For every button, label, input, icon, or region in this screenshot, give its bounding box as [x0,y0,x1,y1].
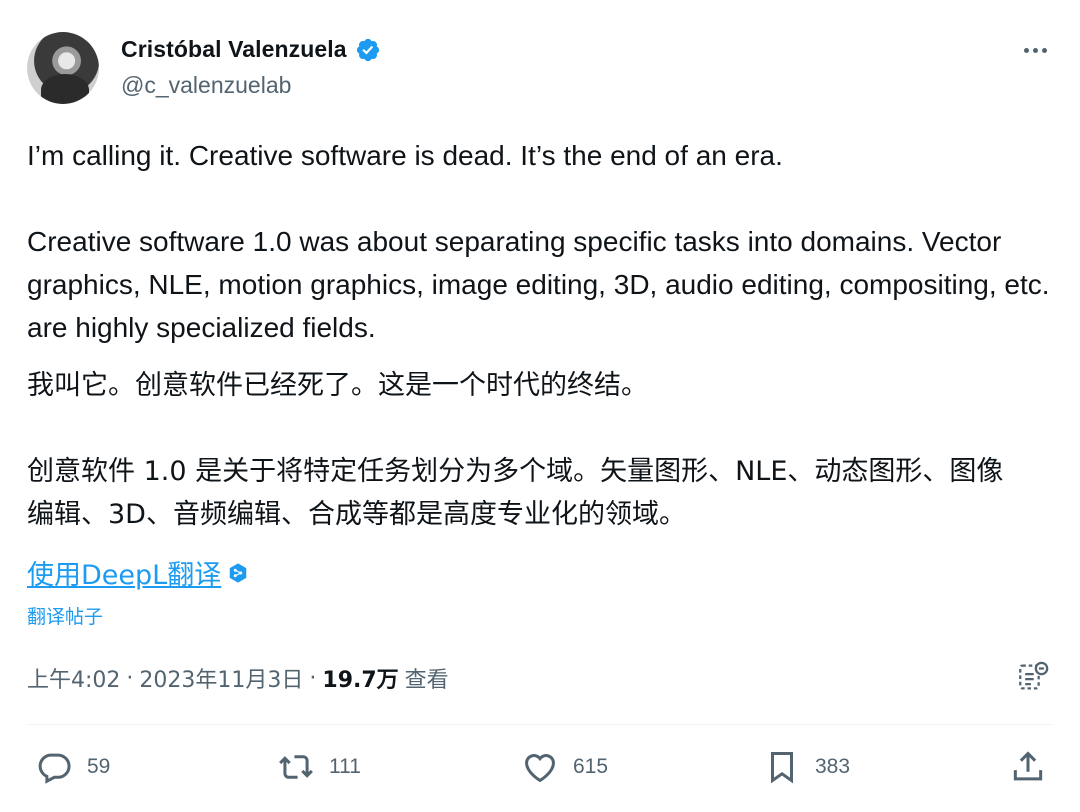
repost-count: 111 [329,755,361,778]
divider [27,724,1053,725]
heart-icon [525,754,555,783]
repost-icon [279,755,313,779]
avatar[interactable] [27,32,99,104]
reply-button[interactable]: 59 [35,748,110,786]
author-display-name[interactable]: Cristóbal Valenzuela [121,36,347,63]
meta-separator: · [126,665,134,691]
tweet-time[interactable]: 上午4:02 [27,662,120,694]
like-button[interactable]: 615 [521,748,608,786]
deepl-translate-link[interactable]: 使用DeepL翻译 [27,553,221,592]
share-icon [1013,751,1043,781]
deepl-translate-row: 使用DeepL翻译 [27,553,249,592]
author-name-line: Cristóbal Valenzuela [121,36,381,63]
like-count: 615 [573,755,609,778]
bookmark-button[interactable]: 383 [763,748,850,786]
tweet-meta: 上午4:02 · 2023年11月3日 · 19.7万 查看 [27,662,449,694]
reply-count: 59 [87,755,111,778]
more-icon[interactable] [1017,36,1053,64]
views-count: 19.7万 [322,668,399,693]
reply-icon [38,753,71,784]
analytics-icon[interactable] [1016,660,1050,694]
tweet-translation-text: 我叫它。创意软件已经死了。这是一个时代的终结。 创意软件 1.0 是关于将特定任… [27,364,1027,536]
translation-line-1: 我叫它。创意软件已经死了。这是一个时代的终结。 [27,370,648,401]
tweet-paragraph-2: Creative software 1.0 was about separati… [27,226,1050,343]
translate-post-link[interactable]: 翻译帖子 [27,602,103,629]
tweet-line-1: I’m calling it. Creative software is dea… [27,140,783,171]
repost-button[interactable]: 111 [277,748,361,786]
tweet-header: Cristóbal Valenzuela @c_valenzuelab [27,32,1053,108]
bookmark-count: 383 [815,755,851,778]
tweet-text: I’m calling it. Creative software is dea… [27,134,1057,349]
bookmark-icon [770,752,794,784]
tweet-date[interactable]: 2023年11月3日 [139,662,303,694]
deepl-badge-icon [229,562,247,583]
translation-paragraph-2: 创意软件 1.0 是关于将特定任务划分为多个域。矢量图形、NLE、动态图形、图像… [27,456,1004,530]
views-label: 查看 [404,668,449,693]
share-button[interactable] [1009,748,1047,786]
tweet-actions: 59 111 615 383 [27,748,1053,794]
verified-badge-icon[interactable] [355,37,381,63]
meta-separator: · [309,665,317,691]
author-handle[interactable]: @c_valenzuelab [121,72,291,99]
